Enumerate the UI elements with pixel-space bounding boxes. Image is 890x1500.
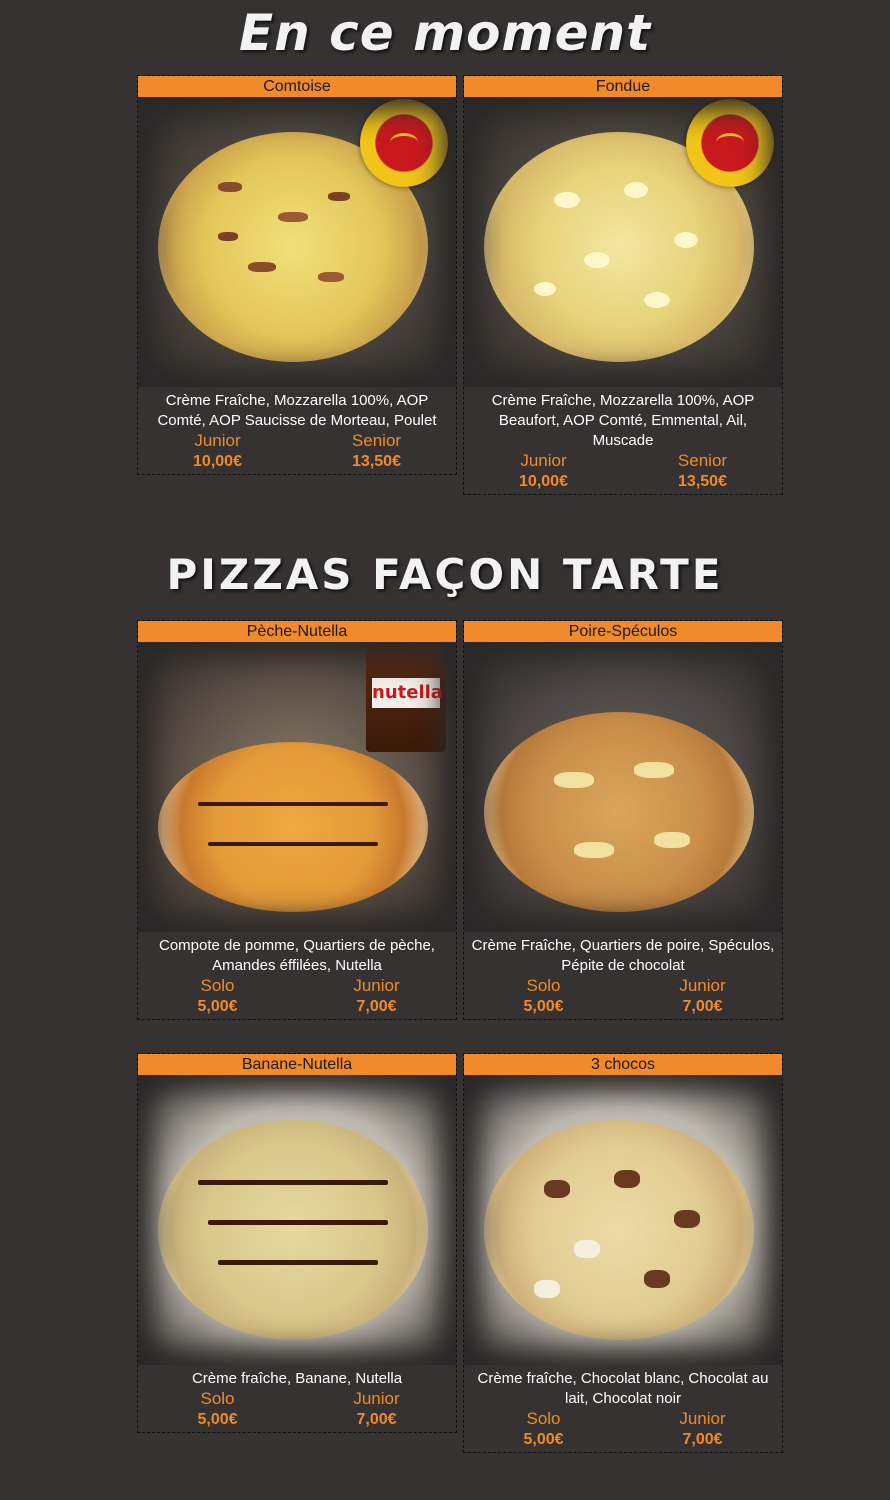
price-size: Junior — [679, 1409, 726, 1428]
price-amount: 7,00€ — [682, 1431, 723, 1448]
price-amount: 5,00€ — [523, 1431, 564, 1448]
price-amount: 10,00€ — [193, 453, 242, 470]
pizza-name: Banane-Nutella — [138, 1054, 456, 1075]
pizza-photo[interactable] — [138, 1075, 456, 1365]
pizza-description: Crème Fraîche, Mozzarella 100%, AOP Comt… — [157, 392, 437, 429]
price-row: Solo 5,00€ Junior 7,00€ — [464, 976, 782, 1019]
price-row: Junior 10,00€ Senior 13,50€ — [138, 431, 456, 474]
pizza-description: Crème Fraîche, Quartiers de poire, Spécu… — [471, 937, 775, 974]
section-title-en-ce-moment: En ce moment — [238, 4, 652, 62]
pizza-photo[interactable]: nutella — [138, 642, 456, 932]
pizza-name: Fondue — [464, 76, 782, 97]
price-amount: 7,00€ — [356, 1411, 397, 1428]
price-size: Junior — [353, 976, 400, 995]
price-amount: 7,00€ — [682, 998, 723, 1015]
price-size: Solo — [200, 976, 235, 995]
price-option: Solo 5,00€ — [464, 976, 623, 1018]
pizza-name: Pèche-Nutella — [138, 621, 456, 642]
price-option: Solo 5,00€ — [464, 1409, 623, 1451]
price-option: Senior 13,50€ — [297, 431, 456, 473]
price-row: Solo 5,00€ Junior 7,00€ — [138, 1389, 456, 1432]
price-row: Solo 5,00€ Junior 7,00€ — [464, 1409, 782, 1452]
price-option: Senior 13,50€ — [623, 451, 782, 493]
price-size: Senior — [677, 451, 728, 470]
price-size: Junior — [679, 976, 726, 995]
price-size: Solo — [526, 976, 561, 995]
pizza-card-comtoise[interactable]: Comtoise Crème Fraîche, Mozzarella 100%,… — [137, 75, 457, 475]
price-amount: 5,00€ — [197, 998, 238, 1015]
pizza-photo[interactable] — [138, 97, 456, 387]
pizza-description: Compote de pomme, Quartiers de pèche, Am… — [159, 937, 435, 974]
price-option: Junior 7,00€ — [297, 1389, 456, 1431]
price-option: Junior 7,00€ — [297, 976, 456, 1018]
pizza-description: Crème Fraîche, Mozzarella 100%, AOP Beau… — [491, 392, 755, 449]
price-amount: 7,00€ — [356, 998, 397, 1015]
price-option: Solo 5,00€ — [138, 1389, 297, 1431]
price-amount: 13,50€ — [352, 453, 401, 470]
price-option: Junior 7,00€ — [623, 1409, 782, 1451]
pizza-photo[interactable] — [464, 1075, 782, 1365]
pizza-photo[interactable] — [464, 97, 782, 387]
price-amount: 13,50€ — [678, 473, 727, 490]
pizza-card-fondue[interactable]: Fondue Crème Fraîche, Mozzarella 100%, A… — [463, 75, 783, 495]
price-option: Junior 7,00€ — [623, 976, 782, 1018]
price-option: Junior 10,00€ — [464, 451, 623, 493]
pizza-card-3-chocos[interactable]: 3 chocos Crème fraîche, Chocolat blanc, … — [463, 1053, 783, 1453]
pizza-description: Crème fraîche, Banane, Nutella — [191, 1370, 403, 1387]
pizza-description: Crème fraîche, Chocolat blanc, Chocolat … — [477, 1370, 769, 1407]
price-amount: 10,00€ — [519, 473, 568, 490]
price-option: Solo 5,00€ — [138, 976, 297, 1018]
price-size: Junior — [194, 431, 241, 450]
price-row: Junior 10,00€ Senior 13,50€ — [464, 451, 782, 494]
price-size: Solo — [200, 1389, 235, 1408]
price-amount: 5,00€ — [197, 1411, 238, 1428]
pizza-name: 3 chocos — [464, 1054, 782, 1075]
price-size: Senior — [351, 431, 402, 450]
pizza-name: Poire-Spéculos — [464, 621, 782, 642]
section-title-pizzas-facon-tarte: PIZZAS FAÇON TARTE — [166, 550, 724, 599]
pizza-name: Comtoise — [138, 76, 456, 97]
price-size: Junior — [520, 451, 567, 470]
price-row: Solo 5,00€ Junior 7,00€ — [138, 976, 456, 1019]
price-size: Junior — [353, 1389, 400, 1408]
pizza-card-banane-nutella[interactable]: Banane-Nutella Crème fraîche, Banane, Nu… — [137, 1053, 457, 1433]
pizza-card-peche-nutella[interactable]: Pèche-Nutella nutella Compote de pomme, … — [137, 620, 457, 1020]
pizza-card-poire-speculos[interactable]: Poire-Spéculos Crème Fraîche, Quartiers … — [463, 620, 783, 1020]
price-amount: 5,00€ — [523, 998, 564, 1015]
price-option: Junior 10,00€ — [138, 431, 297, 473]
pizza-photo[interactable] — [464, 642, 782, 932]
price-size: Solo — [526, 1409, 561, 1428]
